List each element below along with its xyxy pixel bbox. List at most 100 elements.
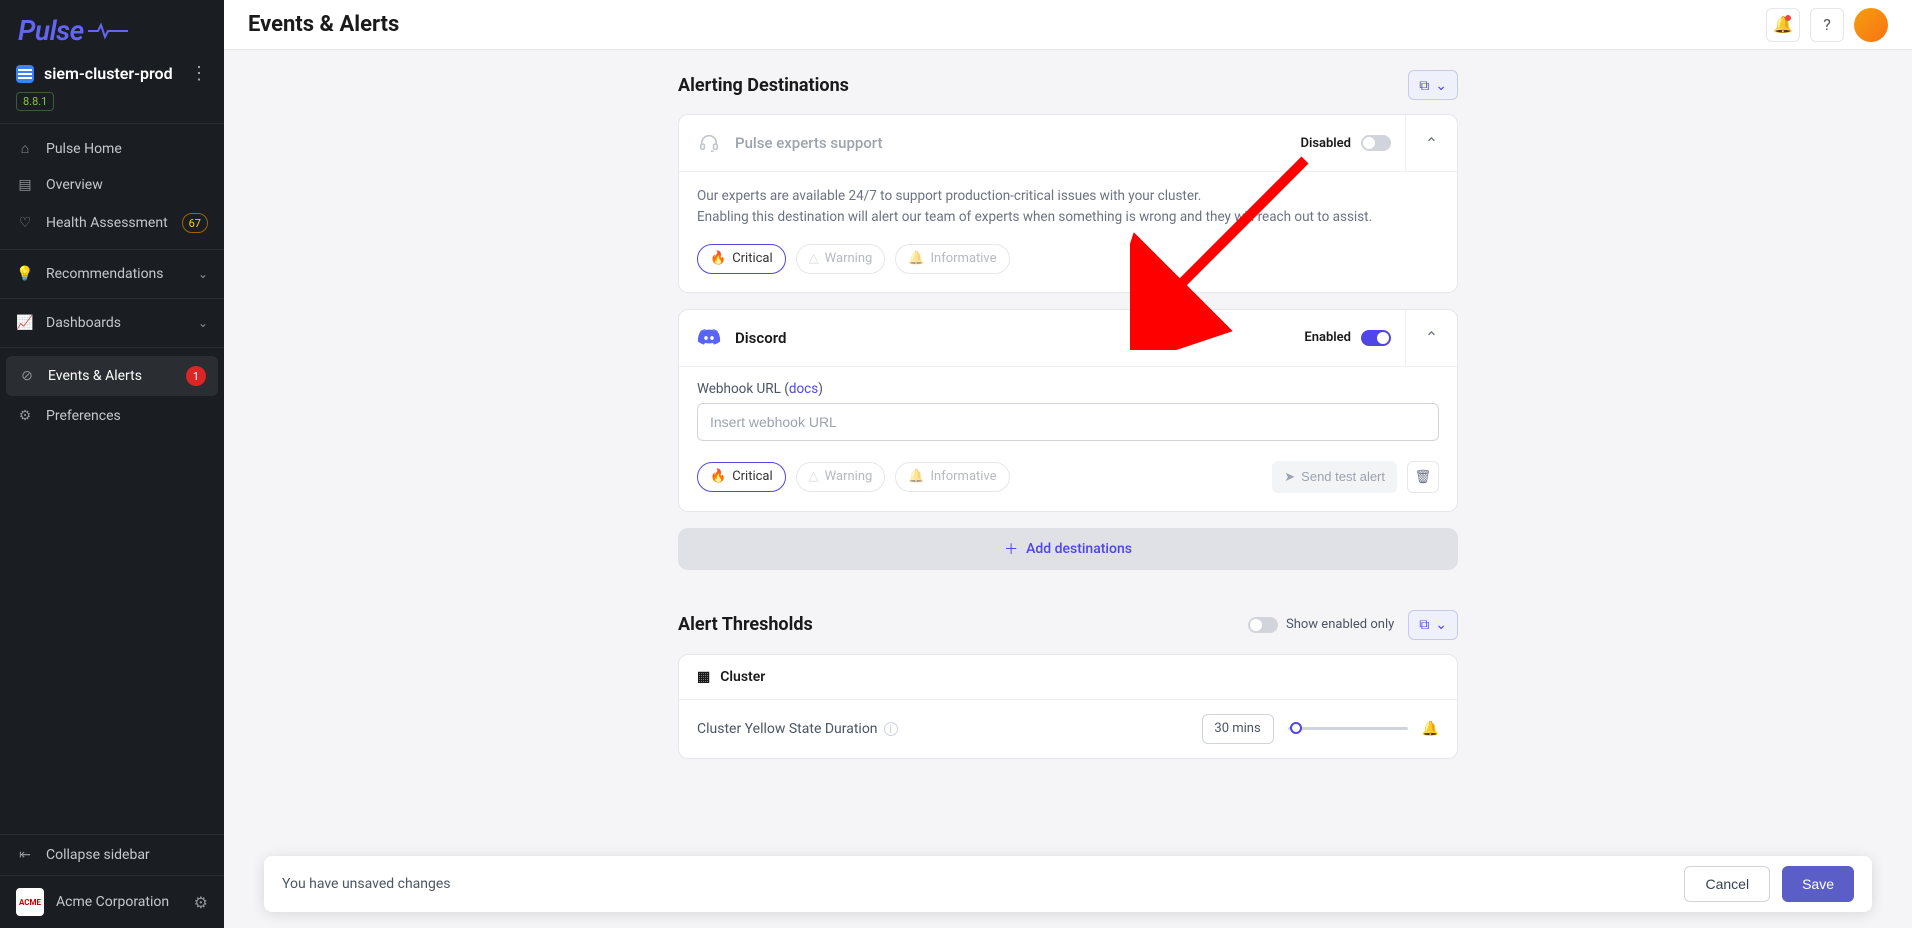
bulb-icon: 💡 (16, 266, 34, 282)
version-badge: 8.8.1 (16, 92, 54, 111)
bell-icon: 🔔 (908, 251, 924, 266)
sidebar: Pulse siem-cluster-prod ⋮ 8.8.1 ⌂ Pulse … (0, 0, 224, 928)
discord-destination-card: Discord Enabled ⌃ Webhook URL (docs) (678, 309, 1458, 512)
nav-events-alerts[interactable]: ⊘ Events & Alerts 1 (6, 356, 218, 396)
help-button[interactable]: ? (1810, 8, 1844, 42)
support-status-label: Disabled (1300, 136, 1351, 151)
copy-icon: ⧉ (1419, 77, 1429, 94)
gear-icon[interactable]: ⚙ (194, 893, 208, 912)
plus-icon: ＋ (1004, 539, 1018, 559)
overview-icon: ▤ (16, 177, 34, 193)
chevron-up-icon: ⌃ (1425, 134, 1438, 153)
headset-icon (697, 131, 721, 155)
cluster-group-title: Cluster (720, 669, 765, 685)
chip-warning[interactable]: △ Warning (796, 244, 886, 274)
add-destinations-button[interactable]: ＋ Add destinations (678, 528, 1458, 570)
events-badge: 1 (186, 366, 206, 386)
discord-title: Discord (735, 329, 786, 347)
threshold-slider[interactable] (1288, 727, 1408, 730)
cluster-version: 8.8.1 (0, 90, 224, 123)
unsaved-message: You have unsaved changes (282, 876, 451, 892)
cluster-thresholds-card: ▦ Cluster Cluster Yellow State Duration … (678, 654, 1458, 759)
chip-warning[interactable]: △ Warning (796, 462, 886, 492)
nav-preferences[interactable]: ⚙ Preferences (0, 398, 224, 434)
nav-dashboards[interactable]: 📈 Dashboards ⌄ (0, 305, 224, 341)
page-title: Events & Alerts (248, 12, 399, 37)
org-name: Acme Corporation (56, 894, 182, 910)
support-toggle[interactable] (1361, 135, 1391, 151)
bell-icon[interactable]: 🔔 (1422, 721, 1439, 737)
org-logo: ACME (16, 888, 44, 916)
threshold-value-input[interactable]: 30 mins (1202, 714, 1274, 744)
discord-status-label: Enabled (1304, 330, 1351, 345)
help-icon: ? (1823, 15, 1831, 34)
alert-icon: ⊘ (18, 368, 36, 384)
cluster-name: siem-cluster-prod (44, 64, 180, 83)
sliders-icon: ⚙ (16, 408, 34, 424)
main: Alerting Destinations ⧉ ⌄ Pulse experts … (224, 50, 1912, 928)
chevron-down-icon: ⌄ (1435, 616, 1447, 633)
collapse-sidebar-button[interactable]: ⇤ Collapse sidebar (0, 834, 224, 875)
webhook-docs-link[interactable]: docs (789, 381, 818, 397)
copy-destinations-button[interactable]: ⧉ ⌄ (1408, 70, 1458, 100)
chevron-down-icon: ⌄ (198, 316, 208, 330)
chevron-down-icon: ⌄ (198, 267, 208, 281)
nav-health[interactable]: ♡ Health Assessment 67 (0, 203, 224, 243)
chip-informative[interactable]: 🔔 Informative (895, 244, 1009, 274)
flame-icon: 🔥 (710, 469, 726, 484)
chip-critical[interactable]: 🔥 Critical (697, 462, 786, 492)
warning-icon: △ (809, 251, 819, 266)
chart-icon: 📈 (16, 315, 34, 331)
show-enabled-only-label: Show enabled only (1286, 617, 1394, 632)
threshold-label: Cluster Yellow State Duration (697, 721, 878, 737)
collapse-icon: ⇤ (16, 847, 34, 863)
webhook-url-input[interactable] (697, 403, 1439, 441)
support-body: Our experts are available 24/7 to suppor… (697, 186, 1439, 228)
discord-collapse-button[interactable]: ⌃ (1405, 310, 1457, 366)
support-destination-card: Pulse experts support Disabled ⌃ Our exp… (678, 114, 1458, 293)
show-enabled-only-toggle[interactable] (1248, 617, 1278, 633)
chevron-down-icon: ⌄ (1435, 77, 1447, 94)
trash-icon: 🗑 (1415, 469, 1432, 485)
copy-icon: ⧉ (1419, 616, 1429, 633)
chevron-up-icon: ⌃ (1425, 328, 1438, 347)
cluster-menu-button[interactable]: ⋮ (190, 63, 208, 84)
send-test-alert-button[interactable]: ➤ Send test alert (1272, 461, 1397, 493)
org-row: ACME Acme Corporation ⚙ (0, 875, 224, 928)
nav-overview[interactable]: ▤ Overview (0, 167, 224, 203)
avatar[interactable] (1854, 8, 1888, 42)
topbar: Events & Alerts 🔔 ? (224, 0, 1912, 50)
delete-destination-button[interactable]: 🗑 (1407, 461, 1439, 493)
discord-icon (697, 326, 721, 350)
notifications-button[interactable]: 🔔 (1766, 8, 1800, 42)
pulse-line-icon (88, 21, 128, 41)
health-badge: 67 (182, 213, 208, 233)
warning-icon: △ (809, 469, 819, 484)
heart-icon: ♡ (16, 215, 34, 231)
slider-thumb[interactable] (1290, 722, 1302, 734)
info-icon[interactable]: i (884, 722, 898, 736)
discord-toggle[interactable] (1361, 330, 1391, 346)
cluster-selector[interactable]: siem-cluster-prod ⋮ (0, 53, 224, 90)
destinations-title: Alerting Destinations (678, 75, 849, 96)
flame-icon: 🔥 (710, 251, 726, 266)
thresholds-title: Alert Thresholds (678, 614, 813, 635)
logo: Pulse (0, 0, 224, 53)
chip-critical[interactable]: 🔥 Critical (697, 244, 786, 274)
bell-icon: 🔔 (1773, 15, 1793, 34)
support-title: Pulse experts support (735, 134, 882, 152)
nav-recommendations[interactable]: 💡 Recommendations ⌄ (0, 256, 224, 292)
copy-thresholds-button[interactable]: ⧉ ⌄ (1408, 610, 1458, 640)
send-icon: ➤ (1284, 469, 1295, 485)
cluster-group-icon: ▦ (697, 669, 710, 685)
cluster-icon (16, 65, 34, 83)
support-collapse-button[interactable]: ⌃ (1405, 115, 1457, 171)
chip-informative[interactable]: 🔔 Informative (895, 462, 1009, 492)
unsaved-changes-bar: You have unsaved changes Cancel Save (264, 856, 1872, 912)
home-icon: ⌂ (16, 140, 34, 157)
bell-icon: 🔔 (908, 469, 924, 484)
save-button[interactable]: Save (1782, 866, 1854, 902)
webhook-label: Webhook URL (docs) (697, 381, 1439, 397)
nav-home[interactable]: ⌂ Pulse Home (0, 130, 224, 167)
cancel-button[interactable]: Cancel (1684, 866, 1770, 902)
